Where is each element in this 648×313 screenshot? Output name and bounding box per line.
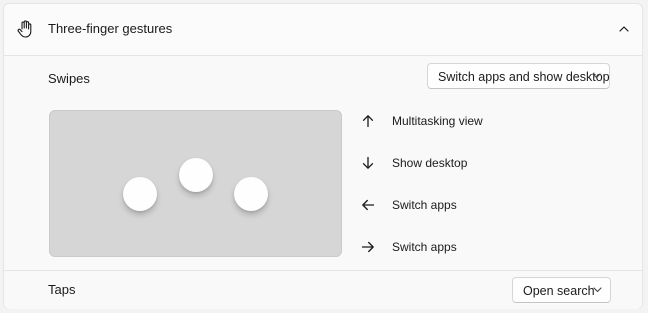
gesture-label: Switch apps: [392, 240, 457, 254]
three-finger-gestures-card: Three-finger gestures Swipes Switch apps…: [3, 3, 643, 309]
gesture-label: Show desktop: [392, 156, 468, 170]
finger-dot: [234, 177, 268, 211]
arrow-right-icon: [361, 241, 374, 253]
section-header[interactable]: Three-finger gestures: [4, 4, 642, 56]
taps-label: Taps: [48, 282, 76, 297]
gesture-label: Multitasking view: [392, 114, 483, 128]
arrow-down-icon: [362, 156, 374, 169]
gesture-label: Switch apps: [392, 198, 457, 212]
finger-dot: [179, 158, 213, 192]
taps-dropdown[interactable]: Open search: [512, 277, 611, 303]
taps-dropdown-value: Open search: [523, 284, 595, 298]
swipes-label: Swipes: [48, 71, 90, 86]
arrow-up-icon: [362, 115, 374, 128]
taps-row: Taps Open search: [4, 270, 642, 309]
arrow-left-icon: [362, 199, 375, 211]
section-title: Three-finger gestures: [48, 21, 173, 36]
swipes-dropdown-value: Switch apps and show desktop: [438, 70, 610, 84]
touchpad-illustration: [49, 110, 342, 257]
chevron-up-icon[interactable]: [617, 22, 631, 36]
swipes-panel: Swipes Switch apps and show desktop Mult…: [4, 56, 642, 270]
hand-icon: [17, 20, 32, 38]
swipes-dropdown[interactable]: Switch apps and show desktop: [427, 63, 610, 89]
chevron-down-icon: [592, 73, 601, 79]
chevron-down-icon: [593, 287, 602, 293]
finger-dot: [123, 177, 157, 211]
